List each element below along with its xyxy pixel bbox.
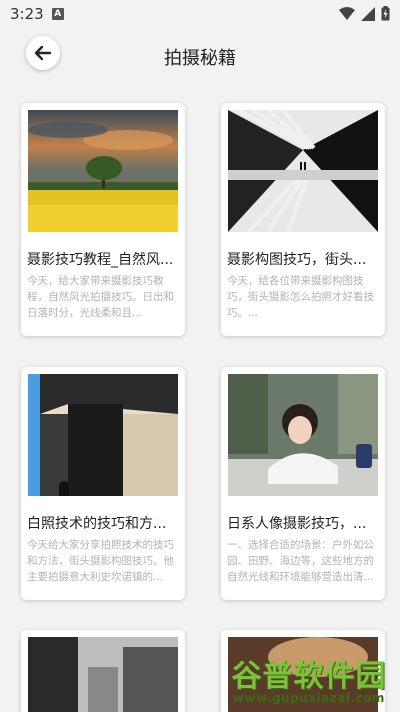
card-title: 白照技术的技巧和方... [27,516,167,532]
a-notification-icon: A [51,8,64,20]
battery-icon [381,6,390,21]
tunnel-thumbnail [228,110,378,232]
street-thumbnail [28,637,178,712]
article-card[interactable] [21,630,185,712]
status-bar: 3:23 A [0,0,400,28]
card-description: 一、选择合适的场景：户外如公园、田野、海边等，这些地方的自然光线和环境能够营造出… [227,539,374,583]
watermark-url: www.gupuxiazai.com [233,691,385,705]
portrait-thumbnail [228,374,378,496]
architecture-thumbnail [28,374,178,496]
card-title: 日系人像摄影技巧，... [227,516,367,532]
card-description: 今天，给大家带来摄影技巧教程，自然风光拍摄技巧。日出和日落时分，光线柔和且... [27,275,174,319]
card-description: 今天，给各位带来摄影构图技巧，街头摄影怎么拍照才好看技巧。... [227,275,374,319]
cell-signal-icon [361,6,375,21]
card-title: 聂影技巧教程_自然风... [27,252,174,268]
article-card[interactable]: 聂影技巧教程_自然风... 今天，给大家带来摄影技巧教程，自然风光拍摄技巧。日出… [21,103,185,336]
card-title: 聂影构图技巧，街头... [227,252,367,268]
article-card[interactable]: 日系人像摄影技巧，... 一、选择合适的场景：户外如公园、田野、海边等，这些地方… [221,367,385,600]
status-time: 3:23 [10,5,44,23]
article-card[interactable]: 聂影构图技巧，街头... 今天，给各位带来摄影构图技巧，街头摄影怎么拍照才好看技… [221,103,385,336]
article-card[interactable]: 白照技术的技巧和方... 今天给大家分享拍照技术的技巧和方法，街头摄影构图技巧。… [21,367,185,600]
card-description: 今天给大家分享拍照技术的技巧和方法，街头摄影构图技巧。他主要拍摄意大利史坎诺镇的… [27,539,174,583]
landscape-thumbnail [28,110,178,232]
page-title: 拍摄秘籍 [164,48,236,69]
watermark-title: 谷普软件园 [231,659,387,694]
wifi-icon [339,6,355,20]
header: 拍摄秘籍 [0,28,400,82]
watermark-logo: 谷普软件园 www.gupuxiazai.com [218,644,400,712]
